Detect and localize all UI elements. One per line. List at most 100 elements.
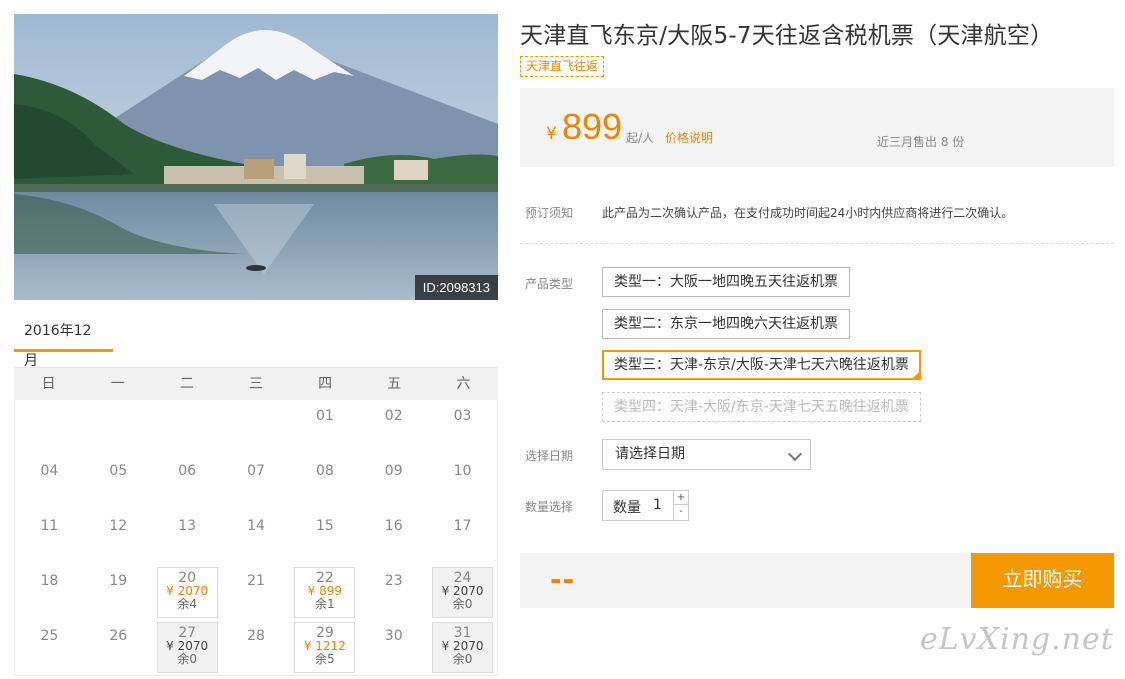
quantity-field-label: 数量 <box>613 500 641 516</box>
day-number: 26 <box>109 628 128 644</box>
quantity-decrease-button[interactable]: - <box>673 505 688 519</box>
day-number: 08 <box>315 463 334 479</box>
date-select[interactable]: 请选择日期 <box>602 439 811 470</box>
calendar-day-25: 25 <box>15 620 84 675</box>
chevron-down-icon <box>787 446 803 462</box>
price-panel: ¥ 899 起/人 价格说明 近三月售出 8 份 <box>520 88 1114 167</box>
total-price: -- <box>550 563 576 596</box>
calendar-day-07: 07 <box>222 455 291 510</box>
calendar-day-19: 19 <box>84 565 153 620</box>
calendar-week-row: 11 12 13 14 15 16 17 <box>15 510 497 565</box>
day-remaining: 余1 <box>315 597 335 611</box>
calendar-empty-cell <box>222 400 291 455</box>
buy-now-button[interactable]: 立即购买 <box>971 553 1114 608</box>
weekday-label: 四 <box>318 376 333 392</box>
notice-text: 此产品为二次确认产品，在支付成功时间起24小时内供应商将进行二次确认。 <box>602 206 1014 220</box>
calendar-day-29[interactable]: 29 ¥ 1212 余5 <box>294 622 356 673</box>
calendar-day-13: 13 <box>153 510 222 565</box>
calendar-day-17: 17 <box>428 510 497 565</box>
calendar-weekday-header: 日一二三四五六 <box>14 368 498 400</box>
day-number: 17 <box>453 518 472 534</box>
calendar-day-02: 02 <box>359 400 428 455</box>
calendar-day-30: 30 <box>359 620 428 675</box>
day-remaining: 余0 <box>452 652 473 666</box>
day-number: 07 <box>247 463 265 479</box>
calendar-day-22[interactable]: 22 ¥ 899 余1 <box>294 567 356 618</box>
calendar-week-row: 01 02 03 <box>15 400 497 455</box>
weekday-label: 五 <box>387 376 402 392</box>
calendar-day-14: 14 <box>222 510 291 565</box>
calendar-day-26: 26 <box>84 620 153 675</box>
day-number: 05 <box>109 463 128 479</box>
quantity-value[interactable]: 1 <box>653 497 662 513</box>
price-amount: 899 <box>562 106 623 147</box>
calendar-empty-cell <box>84 400 153 455</box>
price-calendar: 2016年12月 日一二三四五六 01 02 03 04 05 06 07 08 09 10 11 1… <box>14 316 498 676</box>
calendar-day-16: 16 <box>359 510 428 565</box>
day-number: 11 <box>40 518 59 534</box>
calendar-day-27[interactable]: 27 ¥ 2070 余0 <box>156 622 218 673</box>
day-number: 15 <box>315 518 334 534</box>
calendar-week-row: 04 05 06 07 08 09 10 <box>15 455 497 510</box>
calendar-day-23: 23 <box>359 565 428 620</box>
calendar-day-09: 09 <box>359 455 428 510</box>
photo-id-badge: ID:2098313 <box>414 275 498 300</box>
day-number: 23 <box>384 573 403 589</box>
day-number: 10 <box>453 463 472 479</box>
day-number: 03 <box>453 408 472 424</box>
product-type-option-3[interactable]: 类型三：天津-东京/大阪-天津七天六晚往返机票 <box>602 350 921 380</box>
day-number: 01 <box>315 408 334 424</box>
quantity-label: 数量选择 <box>525 500 574 514</box>
day-remaining: 余4 <box>177 597 197 611</box>
day-remaining: 余5 <box>315 652 335 666</box>
calendar-day-28: 28 <box>222 620 291 675</box>
day-number: 09 <box>384 463 403 479</box>
calendar-day-04: 04 <box>15 455 84 510</box>
calendar-day-01: 01 <box>290 400 359 455</box>
day-number: 16 <box>384 518 403 534</box>
quantity-increase-button[interactable]: + <box>673 491 688 505</box>
day-remaining: 余0 <box>177 652 197 666</box>
mount-fuji-image <box>14 14 498 300</box>
product-type-option-text: 类型四：天津-大阪/东京-天津七天五晚往返机票 <box>614 399 909 415</box>
calendar-month-tab[interactable]: 2016年12月 <box>14 316 113 369</box>
price-explain-link[interactable]: 价格说明 <box>665 129 713 146</box>
product-photo: ID:2098313 <box>14 14 498 300</box>
day-number: 19 <box>109 573 128 589</box>
product-type-option-text: 类型二：东京一地四晚六天往返机票 <box>614 316 838 332</box>
date-select-placeholder: 请选择日期 <box>615 446 685 462</box>
calendar-week-row: 18 19 20 ¥ 2070 余4 21 22 ¥ 899 余1 23 24 ¥ 2070 余0 <box>15 565 497 620</box>
calendar-empty-cell <box>15 400 84 455</box>
sold-count: 近三月售出 8 份 <box>877 135 965 149</box>
calendar-day-12: 12 <box>84 510 153 565</box>
day-number: 14 <box>247 518 265 534</box>
day-number: 04 <box>40 463 59 479</box>
day-remaining: 余0 <box>452 597 473 611</box>
calendar-day-08: 08 <box>290 455 359 510</box>
day-number: 06 <box>178 463 197 479</box>
calendar-day-03: 03 <box>428 400 497 455</box>
day-number: 12 <box>109 518 128 534</box>
selected-corner-icon <box>910 370 921 380</box>
day-number: 28 <box>247 628 265 644</box>
weekday-label: 三 <box>248 376 263 392</box>
calendar-day-21: 21 <box>222 565 291 620</box>
route-tag: 天津直飞往返 <box>520 56 605 77</box>
site-watermark: eLvXing.net <box>920 622 1114 657</box>
weekday-label: 六 <box>456 376 471 392</box>
product-type-option-4[interactable]: 类型四：天津-大阪/东京-天津七天五晚往返机票 <box>602 392 921 422</box>
day-number: 18 <box>40 573 59 589</box>
product-type-option-2[interactable]: 类型二：东京一地四晚六天往返机票 <box>602 309 850 339</box>
calendar-day-20[interactable]: 20 ¥ 2070 余4 <box>156 567 218 618</box>
product-type-option-1[interactable]: 类型一：大阪一地四晚五天往返机票 <box>602 267 850 297</box>
calendar-day-06: 06 <box>153 455 222 510</box>
quantity-stepper[interactable]: 数量 1 + - <box>602 490 689 521</box>
calendar-empty-cell <box>153 400 222 455</box>
calendar-day-18: 18 <box>15 565 84 620</box>
calendar-grid: 01 02 03 04 05 06 07 08 09 10 11 12 13 14 15 16 17 18 19 20… <box>14 400 498 676</box>
calendar-day-31[interactable]: 31 ¥ 2070 余0 <box>432 622 493 673</box>
calendar-day-24[interactable]: 24 ¥ 2070 余0 <box>432 567 493 618</box>
calendar-week-row: 25 26 27 ¥ 2070 余0 28 29 ¥ 1212 余5 30 31 ¥ 2070 余0 <box>15 620 497 675</box>
footer-actions <box>14 668 498 679</box>
weekday-label: 一 <box>110 376 125 392</box>
